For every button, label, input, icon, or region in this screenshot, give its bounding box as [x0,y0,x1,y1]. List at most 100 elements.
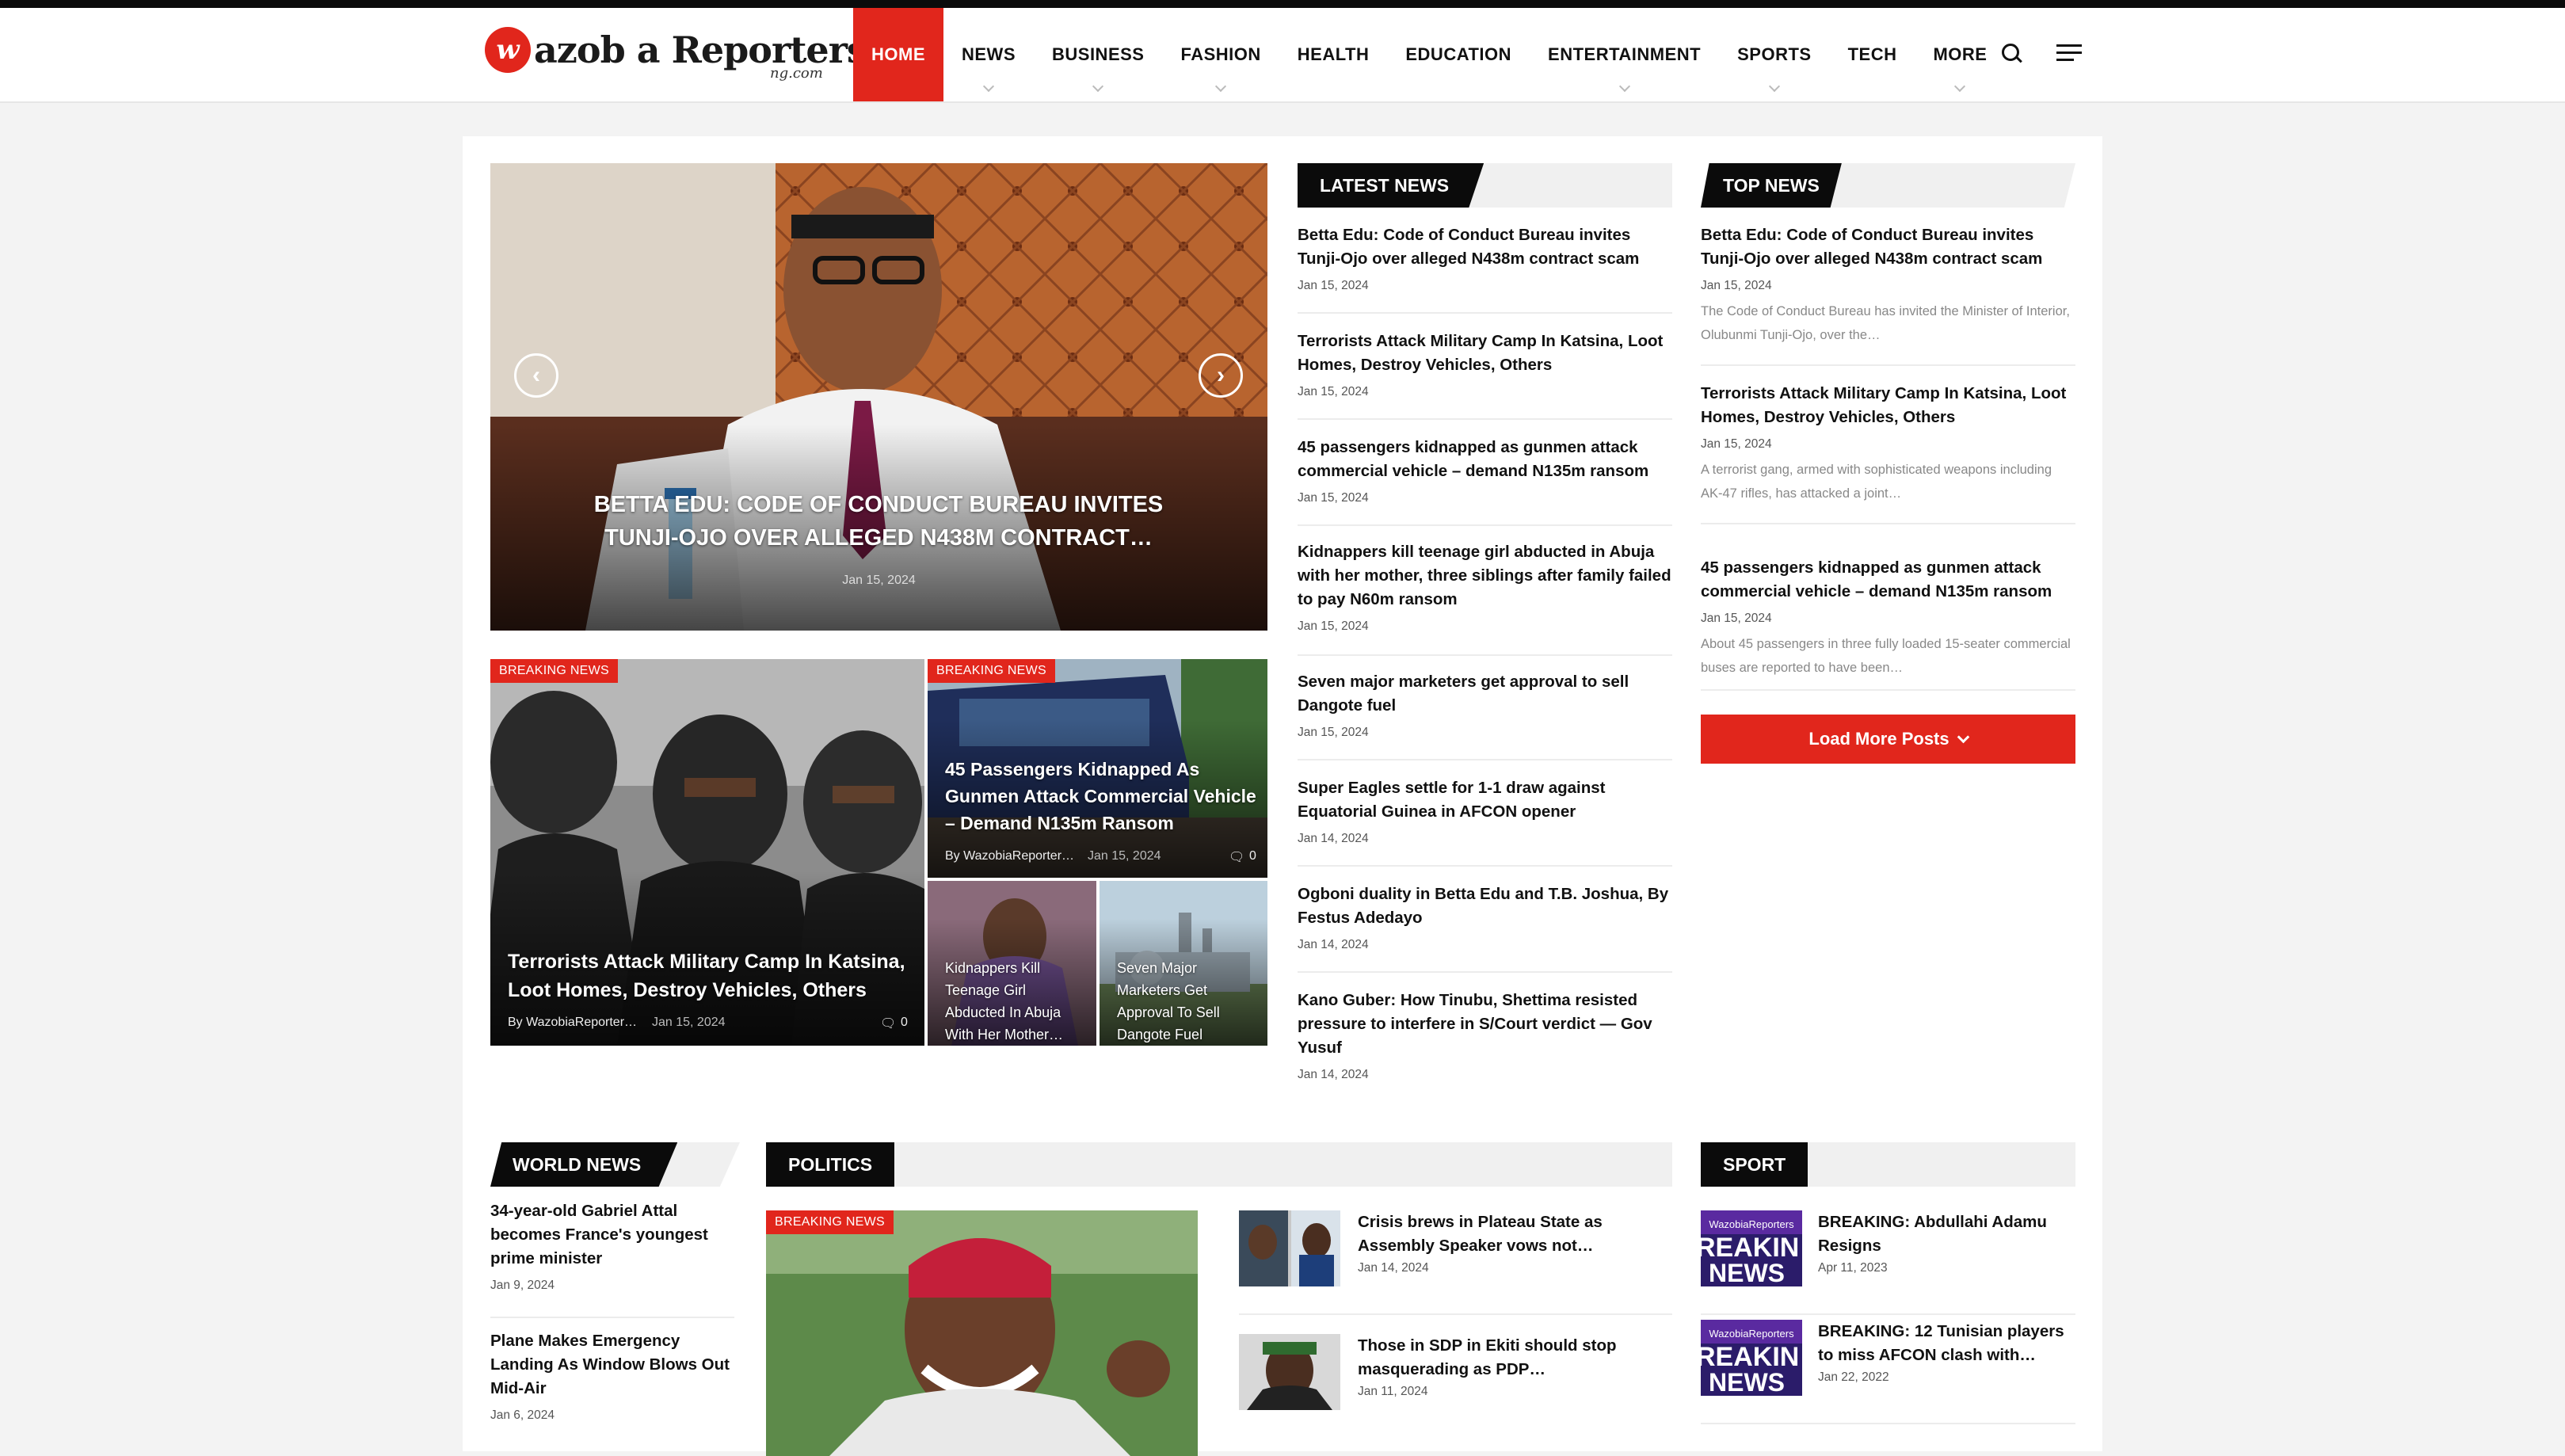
sport-item[interactable]: WazobiaReporters REAKIN NEWS BREAKING: Abdu… [1701,1210,2075,1315]
nav-item-label: TECH [1847,44,1897,64]
article-date: Jan 14, 2024 [1298,832,1369,845]
world-news-heading: WORLD NEWS [490,1142,678,1187]
nav-item-label: EDUCATION [1405,44,1512,64]
nav-item-more[interactable]: MORE [1915,8,2005,101]
grid-big-comments[interactable]: 0 [901,1016,908,1030]
load-more-button[interactable]: Load More Posts [1701,715,2075,764]
article-date: Jan 9, 2024 [490,1279,555,1292]
grid-big-title[interactable]: Terrorists Attack Military Camp In Katsi… [508,947,912,1004]
article-date: Jan 14, 2024 [1358,1261,1429,1275]
slider-title[interactable]: BETTA EDU: CODE OF CONDUCT BUREAU INVITE… [554,488,1203,555]
nav-item-business[interactable]: BUSINESS [1034,8,1162,101]
latest-news-item[interactable]: Super Eagles settle for 1-1 draw against… [1298,776,1672,867]
article-date: Jan 14, 2024 [1298,938,1369,951]
article-title[interactable]: Ogboni duality in Betta Edu and T.B. Jos… [1298,882,1672,930]
article-title[interactable]: Kidnappers kill teenage girl abducted in… [1298,540,1672,612]
politics-feature-article[interactable]: BREAKING NEWS [766,1210,1198,1456]
chevron-right-icon[interactable]: › [1199,353,1243,398]
nav-item-education[interactable]: EDUCATION [1387,8,1530,101]
grid-big-article[interactable]: BREAKING NEWS Terrorists Attack Military… [490,659,924,1046]
svg-text:WazobiaReporters: WazobiaReporters [1709,1328,1794,1340]
chevron-left-icon[interactable]: ‹ [514,353,558,398]
latest-news-item[interactable]: Kano Guber: How Tinubu, Shettima resiste… [1298,989,1672,1115]
logo-subtext: ng.com [770,65,823,82]
nav-item-entertainment[interactable]: ENTERTAINMENT [1530,8,1719,101]
article-thumbnail[interactable]: WazobiaReporters REAKIN NEWS [1701,1320,1802,1396]
breaking-news-badge[interactable]: BREAKING NEWS [490,659,619,683]
grid-small-title-2[interactable]: Seven Major Marketers Get Approval To Se… [1117,957,1256,1046]
grid-big-author[interactable]: By WazobiaReporter… [508,1016,637,1030]
latest-news-item[interactable]: Kidnappers kill teenage girl abducted in… [1298,540,1672,656]
comment-icon[interactable]: 🗨 [880,1016,896,1031]
nav-item-sports[interactable]: SPORTS [1719,8,1829,101]
chevron-down-icon [1954,80,1966,93]
article-date: Jan 11, 2024 [1358,1385,1428,1398]
article-thumbnail[interactable]: WazobiaReporters REAKIN NEWS [1701,1210,1802,1286]
grid-small-article-1[interactable]: Kidnappers Kill Teenage Girl Abducted In… [928,881,1096,1046]
nav-item-fashion[interactable]: FASHION [1162,8,1279,101]
logo-badge: w [485,27,531,73]
article-title[interactable]: Seven major marketers get approval to se… [1298,670,1672,718]
article-title[interactable]: 34-year-old Gabriel Attal becomes France… [490,1199,734,1271]
site-logo[interactable]: w azob a Reporters ng.com [485,22,867,82]
grid-top-right-comments[interactable]: 0 [1249,849,1256,863]
world-news-header: WORLD NEWS [490,1142,740,1187]
grid-big-date: Jan 15, 2024 [652,1016,726,1029]
sport-item[interactable]: WazobiaReporters REAKIN NEWS BREAKING: 12 T… [1701,1320,2075,1424]
article-title[interactable]: BREAKING: 12 Tunisian players to miss AF… [1818,1320,2075,1367]
top-news-item[interactable]: Terrorists Attack Military Camp In Katsi… [1701,382,2075,524]
top-strip [0,0,2565,8]
load-more-label: Load More Posts [1808,729,1949,749]
breaking-news-badge[interactable]: BREAKING NEWS [928,659,1056,683]
article-title[interactable]: Betta Edu: Code of Conduct Bureau invite… [1298,223,1672,271]
article-title[interactable]: 45 passengers kidnapped as gunmen attack… [1298,436,1672,483]
nav-item-news[interactable]: NEWS [943,8,1034,101]
top-news-item[interactable]: Betta Edu: Code of Conduct Bureau invite… [1701,223,2075,366]
search-icon[interactable] [2002,44,2019,61]
latest-news-item[interactable]: Betta Edu: Code of Conduct Bureau invite… [1298,223,1672,314]
site-header: w azob a Reporters ng.com HOME NEWS BUSINE… [0,8,2565,103]
grid-small-title-1[interactable]: Kidnappers Kill Teenage Girl Abducted In… [945,957,1088,1046]
article-title[interactable]: Those in SDP in Ekiti should stop masque… [1358,1334,1672,1382]
article-title[interactable]: Plane Makes Emergency Landing As Window … [490,1329,734,1401]
latest-news-item[interactable]: Ogboni duality in Betta Edu and T.B. Jos… [1298,882,1672,973]
latest-news-item[interactable]: 45 passengers kidnapped as gunmen attack… [1298,436,1672,526]
article-title[interactable]: Crisis brews in Plateau State as Assembl… [1358,1210,1672,1258]
chevron-down-icon [1618,80,1630,93]
top-news-heading: TOP NEWS [1701,163,1842,208]
article-excerpt: About 45 passengers in three fully loade… [1701,637,2071,675]
breaking-news-badge[interactable]: BREAKING NEWS [766,1210,894,1234]
featured-slider[interactable]: ‹ › BETTA EDU: CODE OF CONDUCT BUREAU IN… [490,163,1267,631]
grid-top-right-article[interactable]: BREAKING NEWS 45 Passengers Kidnapped As… [928,659,1267,878]
article-date: Jan 15, 2024 [1298,279,1369,292]
grid-top-right-author[interactable]: By WazobiaReporter… [945,849,1074,863]
article-title[interactable]: Betta Edu: Code of Conduct Bureau invite… [1701,223,2075,271]
world-news-item[interactable]: 34-year-old Gabriel Attal becomes France… [490,1199,734,1318]
grid-top-right-title[interactable]: 45 Passengers Kidnapped As Gunmen Attack… [945,756,1258,837]
article-title[interactable]: BREAKING: Abdullahi Adamu Resigns [1818,1210,2075,1258]
grid-small-article-2[interactable]: Seven Major Marketers Get Approval To Se… [1100,881,1267,1046]
latest-news-item[interactable]: Seven major marketers get approval to se… [1298,670,1672,760]
comment-icon[interactable]: 🗨 [1229,849,1244,865]
nav-item-health[interactable]: HEALTH [1279,8,1388,101]
nav-item-label: FASHION [1180,44,1261,64]
article-title[interactable]: Super Eagles settle for 1-1 draw against… [1298,776,1672,824]
politics-item[interactable]: Crisis brews in Plateau State as Assembl… [1239,1210,1672,1315]
article-title[interactable]: 45 passengers kidnapped as gunmen attack… [1701,556,2075,604]
article-thumbnail[interactable] [1239,1210,1340,1286]
top-news-item[interactable]: 45 passengers kidnapped as gunmen attack… [1701,556,2075,691]
nav-item-label: SPORTS [1737,44,1812,64]
article-title[interactable]: Kano Guber: How Tinubu, Shettima resiste… [1298,989,1672,1060]
article-title[interactable]: Terrorists Attack Military Camp In Katsi… [1701,382,2075,429]
nav-item-label: NEWS [962,44,1016,64]
latest-news-item[interactable]: Terrorists Attack Military Camp In Katsi… [1298,330,1672,420]
politics-item[interactable]: Those in SDP in Ekiti should stop masque… [1239,1334,1672,1437]
nav-item-tech[interactable]: TECH [1830,8,1915,101]
chevron-down-icon [982,80,995,93]
article-thumbnail[interactable] [1239,1334,1340,1410]
nav-item-home[interactable]: HOME [853,8,943,101]
article-title[interactable]: Terrorists Attack Military Camp In Katsi… [1298,330,1672,377]
hamburger-menu-icon[interactable] [2056,44,2082,62]
nav-item-label: BUSINESS [1052,44,1145,64]
world-news-item[interactable]: Plane Makes Emergency Landing As Window … [490,1329,734,1446]
